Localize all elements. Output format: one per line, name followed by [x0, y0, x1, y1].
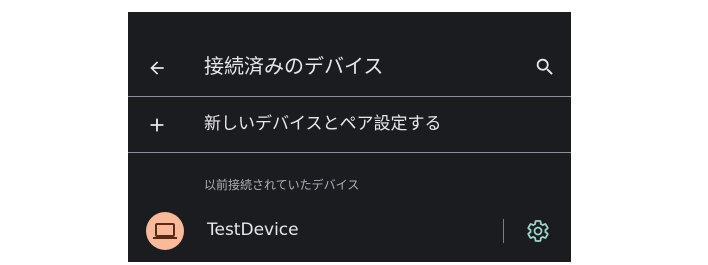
device-name: TestDevice [207, 220, 299, 240]
connected-devices-screen: 接続済みのデバイス 新しいデバイスとペア設定する 以前接続されていたデバイス T… [128, 12, 571, 262]
device-row-testdevice[interactable]: TestDevice [128, 205, 498, 262]
page-title: 接続済みのデバイス [204, 54, 384, 78]
gear-icon [527, 220, 549, 242]
back-button[interactable] [144, 55, 170, 81]
section-header-previously-connected: 以前接続されていたデバイス [204, 178, 360, 192]
divider-middle [128, 152, 571, 153]
arrow-left-icon [150, 61, 164, 75]
plus-icon [144, 112, 170, 138]
search-button[interactable] [532, 54, 558, 80]
device-avatar [146, 212, 184, 250]
device-settings-button[interactable] [524, 217, 552, 245]
search-icon [536, 58, 553, 75]
pair-new-device-row[interactable]: 新しいデバイスとペア設定する [128, 97, 571, 152]
row-separator [503, 219, 504, 243]
laptop-icon [153, 223, 177, 239]
pair-new-device-label: 新しいデバイスとペア設定する [204, 114, 442, 134]
